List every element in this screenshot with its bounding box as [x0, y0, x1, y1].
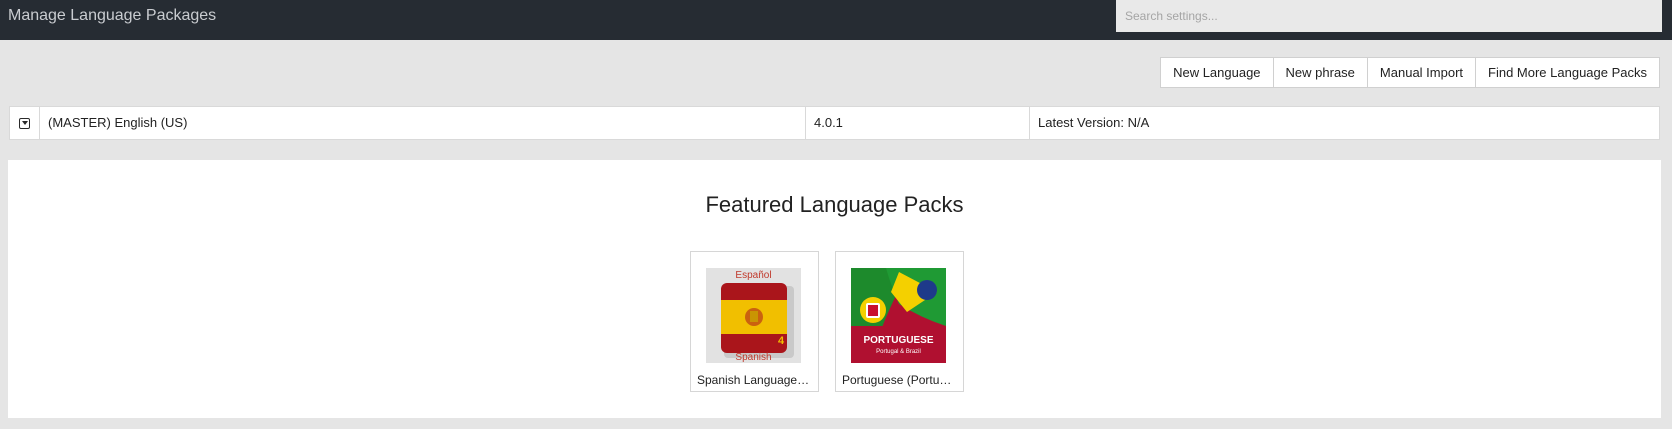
new-language-button[interactable]: New Language: [1161, 58, 1273, 87]
expand-toggle[interactable]: [10, 107, 39, 139]
language-name: (MASTER) English (US): [39, 107, 805, 139]
page-title: Manage Language Packages: [8, 7, 217, 24]
top-bar: Manage Language Packages: [0, 0, 1672, 40]
portuguese-pack-card[interactable]: PORTUGUESE Portugal & Brazil Portuguese …: [835, 251, 964, 392]
portuguese-flag-icon: PORTUGUESE Portugal & Brazil: [851, 268, 946, 363]
language-version: 4.0.1: [805, 107, 1029, 139]
manual-import-button[interactable]: Manual Import: [1366, 58, 1476, 87]
spanish-thumb-top-text: Español: [735, 270, 771, 281]
portuguese-pack-name[interactable]: Portuguese (Portugal & Brazil): [842, 373, 957, 387]
find-more-language-packs-button[interactable]: Find More Language Packs: [1475, 58, 1659, 87]
caret-down-square-icon[interactable]: [19, 117, 30, 129]
spanish-pack-thumbnail[interactable]: Español 4 Spanish: [706, 268, 801, 363]
spanish-pack-card[interactable]: Español 4 Spanish Spanish Language Pack: [690, 251, 819, 392]
new-phrase-button[interactable]: New phrase: [1272, 58, 1367, 87]
spanish-pack-name[interactable]: Spanish Language Pack: [697, 373, 812, 387]
language-row: (MASTER) English (US) 4.0.1 Latest Versi…: [9, 106, 1660, 140]
featured-title: Featured Language Packs: [705, 192, 964, 217]
portuguese-thumb-title: PORTUGUESE: [863, 335, 933, 346]
portuguese-thumb-subtitle: Portugal & Brazil: [876, 349, 921, 355]
portuguese-pack-thumbnail[interactable]: PORTUGUESE Portugal & Brazil: [851, 268, 946, 363]
latest-version: Latest Version: N/A: [1029, 107, 1659, 139]
spanish-thumb-badge: 4: [778, 335, 785, 347]
search-settings-input[interactable]: [1116, 0, 1662, 32]
spanish-flag-icon: Español 4 Spanish: [706, 268, 801, 363]
spanish-thumb-bottom-text: Spanish: [735, 352, 771, 363]
featured-section: Featured Language Packs Español 4 Spanis…: [8, 160, 1661, 418]
toolbar: New Language New phrase Manual Import Fi…: [1160, 57, 1660, 88]
